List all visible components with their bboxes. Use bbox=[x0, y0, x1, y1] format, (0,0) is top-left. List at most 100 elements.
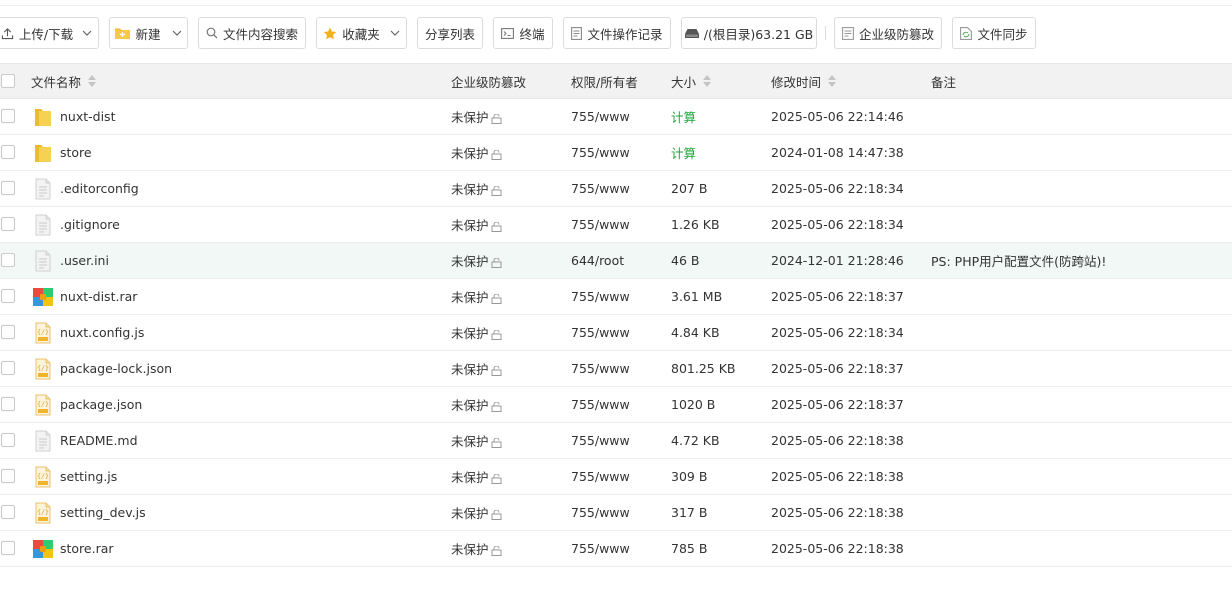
select-all-checkbox[interactable] bbox=[1, 74, 15, 88]
permission-link[interactable]: 755/www bbox=[571, 351, 630, 386]
row-checkbox[interactable] bbox=[1, 289, 15, 303]
file-note[interactable]: PS: PHP用户配置文件(防跨站)! bbox=[931, 243, 1106, 278]
table-row[interactable]: .editorconfig 未保护 755/www 207 B 2025-05-06 2… bbox=[0, 171, 1232, 207]
tamper-status[interactable]: 未保护 bbox=[451, 459, 502, 494]
tamper-status[interactable]: 未保护 bbox=[451, 423, 502, 458]
table-row[interactable]: .user.ini 未保护 644/root 46 B 2024-12-01 21:28… bbox=[0, 243, 1232, 279]
content-search-button[interactable]: 文件内容搜索 bbox=[198, 17, 306, 49]
lock-icon[interactable] bbox=[491, 401, 502, 412]
file-name-link[interactable]: nuxt-dist.rar bbox=[60, 279, 137, 314]
file-name-link[interactable]: package.json bbox=[60, 387, 142, 422]
permission-link[interactable]: 755/www bbox=[571, 423, 630, 458]
lock-icon[interactable] bbox=[491, 437, 502, 448]
table-row[interactable]: {/} nuxt.config.js 未保护 755/www 4.84 KB 2025-0… bbox=[0, 315, 1232, 351]
row-checkbox[interactable] bbox=[1, 361, 15, 375]
row-checkbox[interactable] bbox=[1, 505, 15, 519]
file-name-link[interactable]: store bbox=[60, 135, 92, 170]
terminal-button[interactable]: 终端 bbox=[493, 17, 553, 49]
table-row[interactable]: {/} setting.js 未保护 755/www 309 B 2025-05-06 2… bbox=[0, 459, 1232, 495]
column-header-size[interactable]: 大小 bbox=[671, 64, 712, 98]
row-checkbox[interactable] bbox=[1, 253, 15, 267]
permission-link[interactable]: 755/www bbox=[571, 531, 630, 566]
calculate-size-link[interactable]: 计算 bbox=[671, 135, 696, 170]
tamper-status[interactable]: 未保护 bbox=[451, 135, 502, 170]
permission-link[interactable]: 755/www bbox=[571, 171, 630, 206]
permission-link[interactable]: 755/www bbox=[571, 459, 630, 494]
permission-link[interactable]: 755/www bbox=[571, 387, 630, 422]
table-row[interactable]: {/} setting_dev.js 未保护 755/www 317 B 2025-05-… bbox=[0, 495, 1232, 531]
tamper-status[interactable]: 未保护 bbox=[451, 243, 502, 278]
column-header-tamper: 企业级防篡改 bbox=[451, 64, 526, 98]
row-checkbox[interactable] bbox=[1, 181, 15, 195]
table-row[interactable]: store 未保护 755/www 计算 2024-01-08 14:47:38 bbox=[0, 135, 1232, 171]
file-name-link[interactable]: setting.js bbox=[60, 459, 117, 494]
tamper-status[interactable]: 未保护 bbox=[451, 351, 502, 386]
upload-download-button[interactable]: 上传/下载 bbox=[0, 17, 99, 49]
row-checkbox[interactable] bbox=[1, 145, 15, 159]
row-checkbox[interactable] bbox=[1, 397, 15, 411]
lock-icon[interactable] bbox=[491, 509, 502, 520]
table-row[interactable]: {/} package-lock.json 未保护 755/www 801.25 KB 2… bbox=[0, 351, 1232, 387]
operation-log-button[interactable]: 文件操作记录 bbox=[563, 17, 671, 49]
row-checkbox[interactable] bbox=[1, 109, 15, 123]
share-list-button[interactable]: 分享列表 bbox=[417, 17, 483, 49]
row-checkbox[interactable] bbox=[1, 469, 15, 483]
favorites-button[interactable]: 收藏夹 bbox=[316, 17, 407, 49]
calculate-size-link[interactable]: 计算 bbox=[671, 99, 696, 134]
table-row[interactable]: nuxt-dist 未保护 755/www 计算 2025-05-06 22:14:46 bbox=[0, 99, 1232, 135]
permission-link[interactable]: 755/www bbox=[571, 315, 630, 350]
row-checkbox[interactable] bbox=[1, 325, 15, 339]
table-row[interactable]: {/} package.json 未保护 755/www 1020 B 2025-05-0… bbox=[0, 387, 1232, 423]
file-name-link[interactable]: .editorconfig bbox=[60, 171, 139, 206]
tamper-status[interactable]: 未保护 bbox=[451, 279, 502, 314]
permission-link[interactable]: 755/www bbox=[571, 135, 630, 170]
lock-icon[interactable] bbox=[491, 113, 502, 124]
file-name-link[interactable]: README.md bbox=[60, 423, 138, 458]
disk-button[interactable]: /(根目录)63.21 GB bbox=[681, 17, 817, 49]
file-name-link[interactable]: store.rar bbox=[60, 531, 114, 566]
file-name-link[interactable]: .user.ini bbox=[60, 243, 109, 278]
table-row[interactable]: store.rar 未保护 755/www 785 B 2025-05-06 22:18… bbox=[0, 531, 1232, 567]
hard-disk-icon bbox=[684, 28, 699, 38]
lock-icon[interactable] bbox=[491, 293, 502, 304]
sort-icon[interactable] bbox=[703, 75, 712, 87]
sort-icon[interactable] bbox=[828, 75, 837, 87]
permission-link[interactable]: 755/www bbox=[571, 495, 630, 530]
lock-icon[interactable] bbox=[491, 257, 502, 268]
row-checkbox[interactable] bbox=[1, 433, 15, 447]
permission-link[interactable]: 755/www bbox=[571, 207, 630, 242]
file-sync-button[interactable]: 文件同步 bbox=[952, 17, 1036, 49]
new-button[interactable]: 新建 bbox=[109, 17, 188, 49]
column-header-name[interactable]: 文件名称 bbox=[31, 64, 97, 98]
row-checkbox[interactable] bbox=[1, 541, 15, 555]
lock-icon[interactable] bbox=[491, 185, 502, 196]
table-row[interactable]: .gitignore 未保护 755/www 1.26 KB 2025-05-06 22… bbox=[0, 207, 1232, 243]
lock-icon[interactable] bbox=[491, 473, 502, 484]
lock-icon[interactable] bbox=[491, 545, 502, 556]
file-name-link[interactable]: nuxt-dist bbox=[60, 99, 115, 134]
tamper-status[interactable]: 未保护 bbox=[451, 387, 502, 422]
file-name-link[interactable]: package-lock.json bbox=[60, 351, 172, 386]
lock-icon[interactable] bbox=[491, 221, 502, 232]
tamper-status[interactable]: 未保护 bbox=[451, 99, 502, 134]
table-row[interactable]: nuxt-dist.rar 未保护 755/www 3.61 MB 2025-05-06… bbox=[0, 279, 1232, 315]
file-name-link[interactable]: setting_dev.js bbox=[60, 495, 146, 530]
sort-icon[interactable] bbox=[88, 75, 97, 87]
row-checkbox[interactable] bbox=[1, 217, 15, 231]
file-name-link[interactable]: nuxt.config.js bbox=[60, 315, 144, 350]
lock-icon[interactable] bbox=[491, 329, 502, 340]
tamper-status[interactable]: 未保护 bbox=[451, 495, 502, 530]
column-header-mtime[interactable]: 修改时间 bbox=[771, 64, 837, 98]
table-row[interactable]: README.md 未保护 755/www 4.72 KB 2025-05-06 22:… bbox=[0, 423, 1232, 459]
permission-link[interactable]: 755/www bbox=[571, 279, 630, 314]
tamper-status[interactable]: 未保护 bbox=[451, 531, 502, 566]
tamper-status[interactable]: 未保护 bbox=[451, 171, 502, 206]
lock-icon[interactable] bbox=[491, 149, 502, 160]
permission-link[interactable]: 755/www bbox=[571, 99, 630, 134]
tamper-status[interactable]: 未保护 bbox=[451, 315, 502, 350]
file-name-link[interactable]: .gitignore bbox=[60, 207, 120, 242]
permission-link[interactable]: 644/root bbox=[571, 243, 624, 278]
tamper-status[interactable]: 未保护 bbox=[451, 207, 502, 242]
tamper-proof-button[interactable]: 企业级防篡改 bbox=[834, 17, 942, 49]
lock-icon[interactable] bbox=[491, 365, 502, 376]
